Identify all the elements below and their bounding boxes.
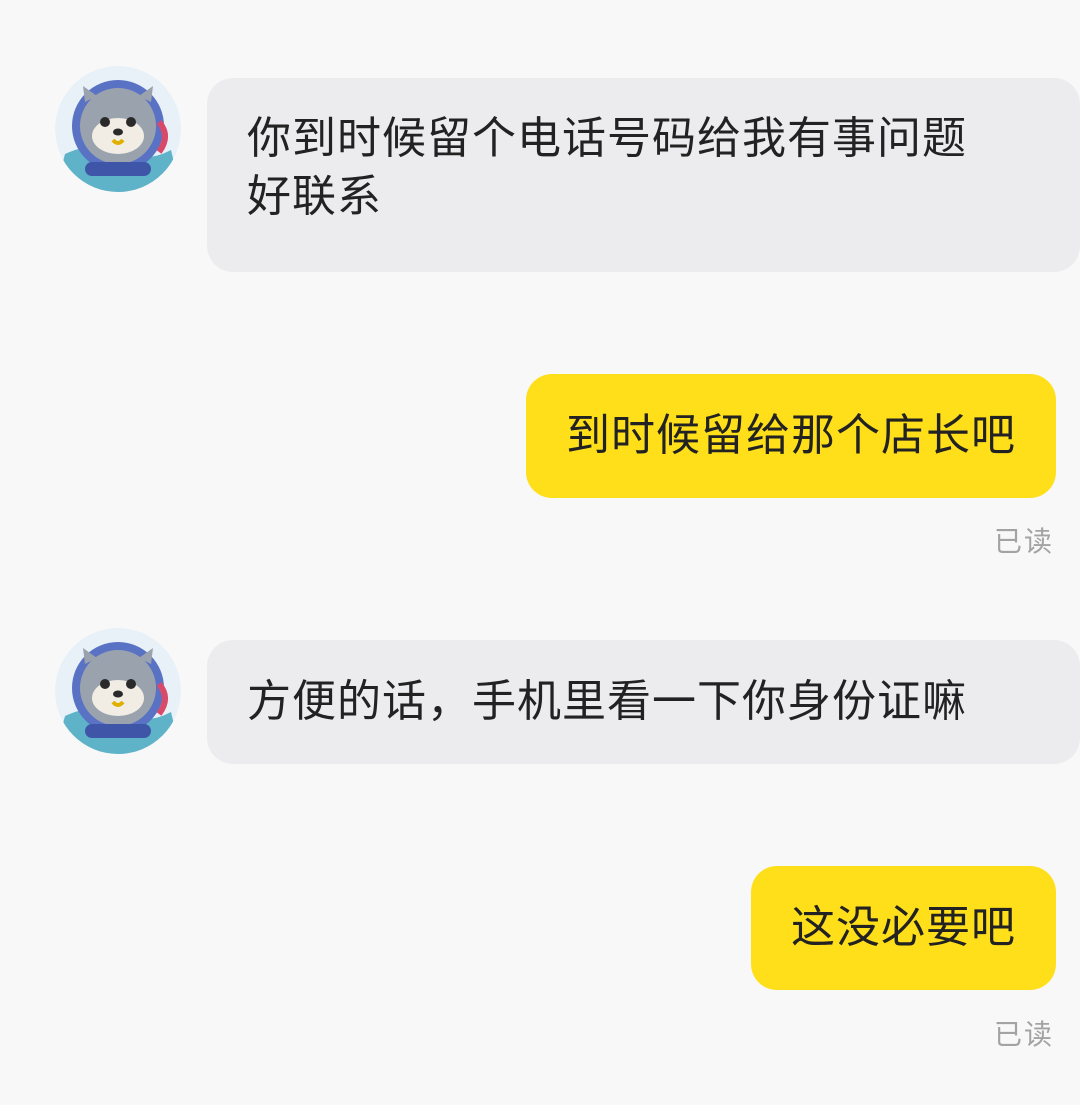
message-text: 这没必要吧 bbox=[791, 902, 1016, 953]
contact-avatar[interactable] bbox=[55, 66, 181, 192]
read-status: 已读 bbox=[993, 525, 1054, 558]
incoming-message-bubble[interactable]: 方便的话，手机里看一下你身份证嘛 bbox=[207, 640, 1080, 764]
outgoing-message-bubble[interactable]: 这没必要吧 bbox=[751, 866, 1056, 990]
outgoing-message-bubble[interactable]: 到时候留给那个店长吧 bbox=[526, 374, 1056, 498]
message-text: 方便的话，手机里看一下你身份证嘛 bbox=[247, 676, 967, 727]
message-text: 到时候留给那个店长吧 bbox=[566, 410, 1016, 461]
seal-astronaut-icon bbox=[55, 66, 181, 192]
incoming-message-bubble[interactable]: 你到时候留个电话号码给我有事问题 好联系 bbox=[207, 78, 1080, 272]
message-text-line: 你到时候留个电话号码给我有事问题 bbox=[247, 113, 967, 164]
message-text-line: 好联系 bbox=[247, 171, 382, 222]
read-status: 已读 bbox=[993, 1018, 1054, 1051]
seal-astronaut-icon bbox=[55, 628, 181, 754]
contact-avatar[interactable] bbox=[55, 628, 181, 754]
